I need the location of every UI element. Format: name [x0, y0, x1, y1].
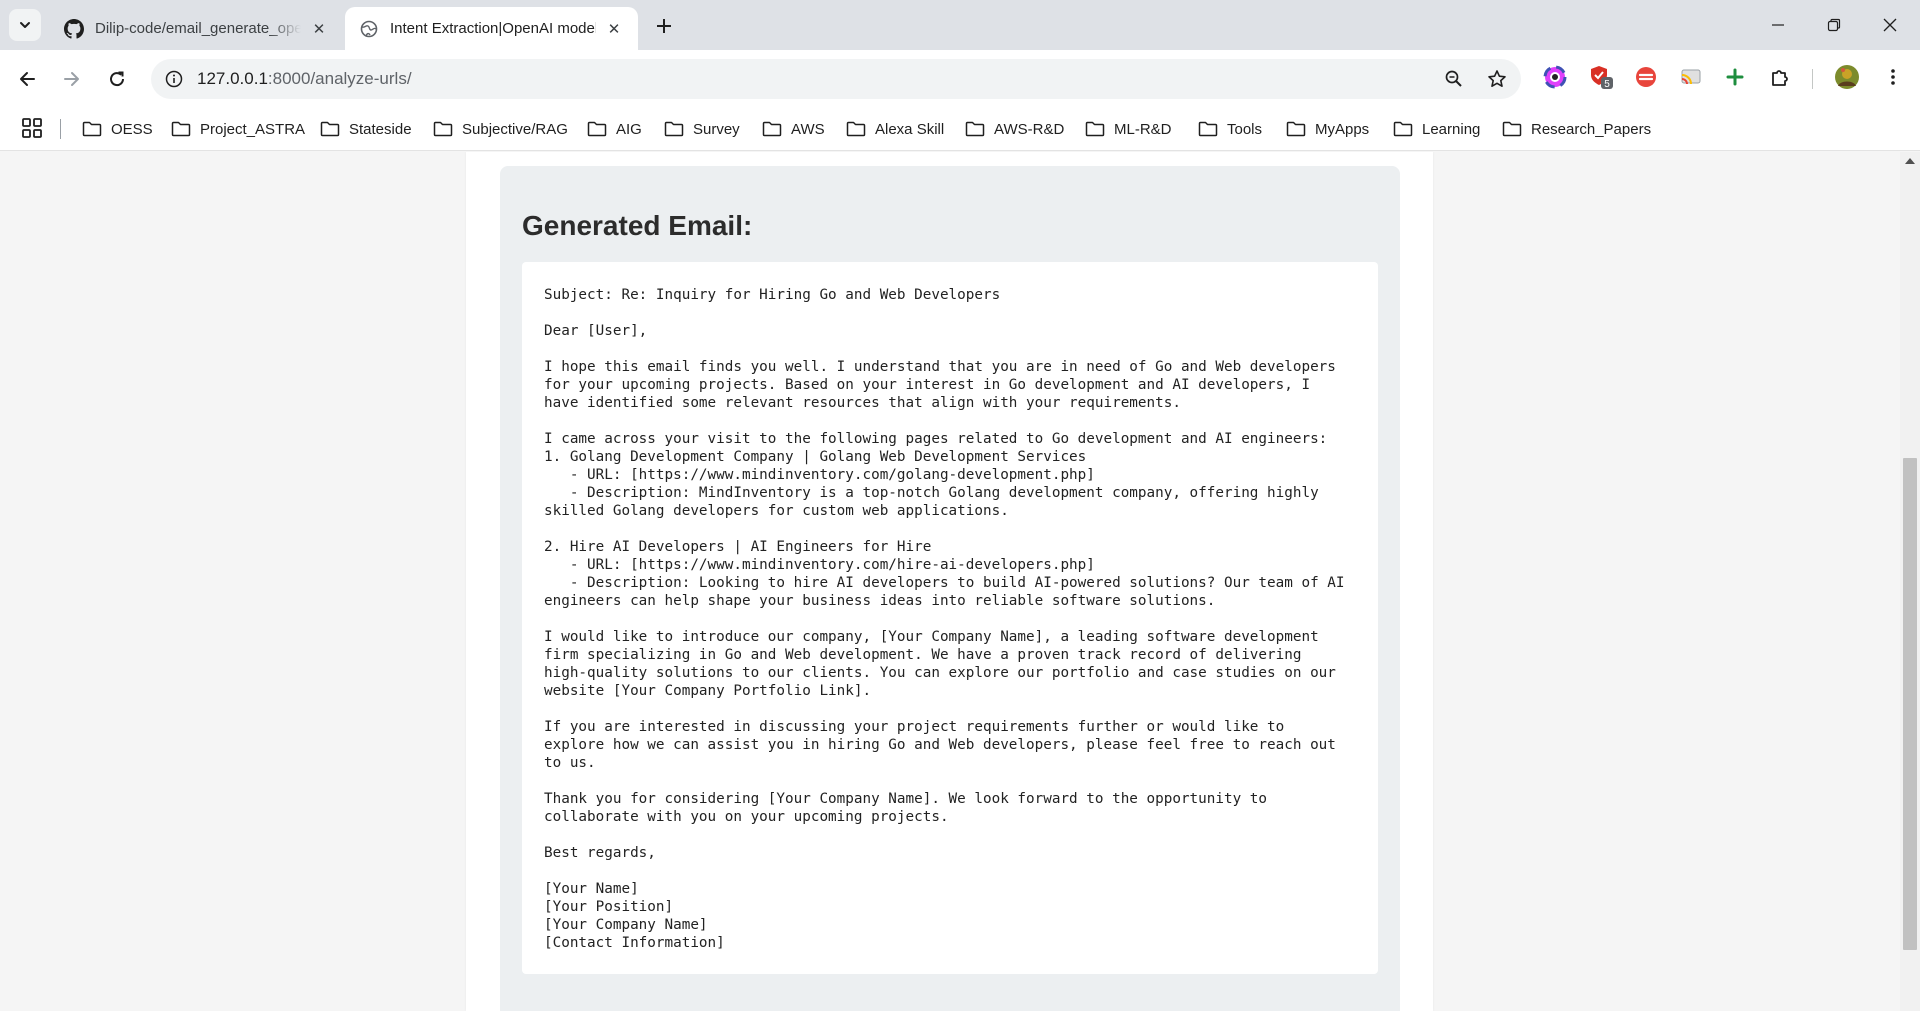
red-extension-icon[interactable] — [1632, 63, 1660, 91]
bookmark-folder[interactable]: AWS-R&D — [965, 114, 1064, 144]
arrow-left-icon — [20, 72, 35, 86]
color-picker-extension-icon[interactable] — [1541, 63, 1569, 91]
bookmark-label: AWS — [791, 120, 825, 138]
bookmark-label: Project_ASTRA — [200, 120, 306, 138]
scroll-up-arrow-icon[interactable] — [1905, 158, 1915, 164]
plus-icon — [657, 19, 671, 33]
forward-button[interactable] — [55, 62, 89, 96]
close-icon[interactable]: ✕ — [309, 19, 329, 39]
bookmark-label: MyApps — [1315, 120, 1370, 138]
reload-button[interactable] — [100, 62, 134, 96]
bookmark-folder[interactable]: AWS — [762, 114, 825, 144]
bookmark-folder[interactable]: Survey — [664, 114, 740, 144]
tab-strip: Dilip-code/email_generate_openai ✕ Inten… — [0, 0, 1920, 50]
url-path: :8000/analyze-urls/ — [267, 69, 412, 88]
folder-icon — [1085, 121, 1105, 137]
bookmark-folder[interactable]: OESS — [82, 114, 153, 144]
bookmark-folder[interactable]: Project_ASTRA — [171, 114, 305, 144]
profile-avatar[interactable] — [1833, 63, 1861, 91]
close-icon — [1883, 18, 1897, 32]
main-container: Generated Email: Subject: Re: Inquiry fo… — [466, 152, 1433, 1011]
bookmarks-separator — [60, 119, 61, 139]
plus-extension-icon[interactable] — [1721, 63, 1749, 91]
reload-icon — [110, 71, 125, 87]
generated-email-heading: Generated Email: — [522, 210, 753, 241]
scrollbar-thumb[interactable] — [1903, 458, 1917, 950]
bookmark-label: Subjective/RAG — [462, 120, 568, 138]
url-text[interactable]: 127.0.0.1:8000/analyze-urls/ — [197, 69, 412, 89]
bookmark-folder[interactable]: Alexa Skill — [846, 114, 944, 144]
email-body-text: Subject: Re: Inquiry for Hiring Go and W… — [544, 287, 1345, 951]
bookmark-folder[interactable]: Learning — [1393, 114, 1480, 144]
browser-toolbar: 127.0.0.1:8000/analyze-urls/ 5 — [0, 50, 1920, 107]
bookmark-star-icon[interactable] — [1483, 65, 1511, 93]
extension-badge: 5 — [1604, 79, 1610, 90]
restore-button[interactable] — [1806, 0, 1862, 50]
bookmark-label: Tools — [1227, 120, 1263, 138]
url-host: 127.0.0.1 — [197, 69, 268, 88]
folder-icon — [965, 121, 985, 137]
page-viewport: Generated Email: Subject: Re: Inquiry fo… — [0, 152, 1920, 1011]
folder-icon — [1502, 121, 1522, 137]
bookmark-folder[interactable]: ML-R&D — [1085, 114, 1172, 144]
bookmark-label: Alexa Skill — [875, 120, 945, 138]
bookmark-label: Research_Papers — [1531, 120, 1652, 138]
bookmark-folder[interactable]: Research_Papers — [1502, 114, 1651, 144]
chevron-down-icon — [20, 22, 30, 28]
site-info-icon[interactable] — [160, 65, 188, 93]
folder-icon — [1198, 121, 1218, 137]
generated-email-card: Generated Email: Subject: Re: Inquiry fo… — [500, 166, 1400, 1011]
folder-icon — [320, 121, 340, 137]
tab-title: Dilip-code/email_generate_openai — [95, 20, 301, 37]
bookmark-folder[interactable]: MyApps — [1286, 114, 1369, 144]
close-window-button[interactable] — [1862, 0, 1918, 50]
bookmark-folder[interactable]: Stateside — [320, 114, 412, 144]
bookmark-folder[interactable]: Subjective/RAG — [433, 114, 568, 144]
back-button[interactable] — [10, 62, 44, 96]
github-icon — [64, 18, 84, 39]
shield-extension-icon[interactable]: 5 — [1587, 63, 1615, 91]
folder-icon — [171, 121, 191, 137]
close-icon[interactable]: ✕ — [604, 19, 624, 39]
folder-icon — [82, 121, 102, 137]
folder-icon — [433, 121, 453, 137]
globe-icon — [359, 19, 379, 39]
tab-intent-extraction[interactable]: Intent Extraction|OpenAI model ✕ — [345, 7, 638, 50]
bookmark-folder[interactable]: Tools — [1198, 114, 1262, 144]
tab-github[interactable]: Dilip-code/email_generate_openai ✕ — [50, 7, 343, 50]
bookmark-label: Survey — [693, 120, 740, 138]
folder-icon — [1393, 121, 1413, 137]
bookmark-label: OESS — [111, 120, 153, 138]
email-output-box: Subject: Re: Inquiry for Hiring Go and W… — [522, 262, 1378, 974]
zoom-icon[interactable] — [1440, 65, 1468, 93]
more-menu-icon[interactable] — [1879, 63, 1907, 91]
bookmark-label: Stateside — [349, 120, 412, 138]
bookmark-label: ML-R&D — [1114, 120, 1172, 138]
folder-icon — [1286, 121, 1306, 137]
folder-icon — [587, 121, 607, 137]
bookmarks-bar: OESS Project_ASTRA Stateside Subjective/RAG… — [0, 107, 1920, 151]
toolbar-separator — [1812, 69, 1813, 89]
apps-grid-icon[interactable] — [21, 117, 43, 139]
page-scrollbar[interactable] — [1900, 152, 1920, 1011]
restore-icon — [1827, 18, 1841, 32]
new-tab-button[interactable] — [650, 12, 678, 40]
arrow-right-icon — [64, 72, 79, 86]
puzzle-extensions-icon[interactable] — [1766, 63, 1794, 91]
bookmark-label: Learning — [1422, 120, 1481, 138]
tab-title: Intent Extraction|OpenAI model — [390, 20, 596, 37]
folder-icon — [846, 121, 866, 137]
cast-extension-icon[interactable] — [1677, 63, 1705, 91]
folder-icon — [664, 121, 684, 137]
folder-icon — [762, 121, 782, 137]
tab-search-button[interactable] — [9, 9, 41, 41]
bookmark-folder[interactable]: AIG — [587, 114, 642, 144]
minimize-button[interactable] — [1750, 0, 1806, 50]
minimize-icon — [1772, 24, 1784, 26]
address-bar[interactable]: 127.0.0.1:8000/analyze-urls/ — [151, 59, 1521, 99]
bookmark-label: AWS-R&D — [994, 120, 1065, 138]
bookmark-label: AIG — [616, 120, 642, 138]
